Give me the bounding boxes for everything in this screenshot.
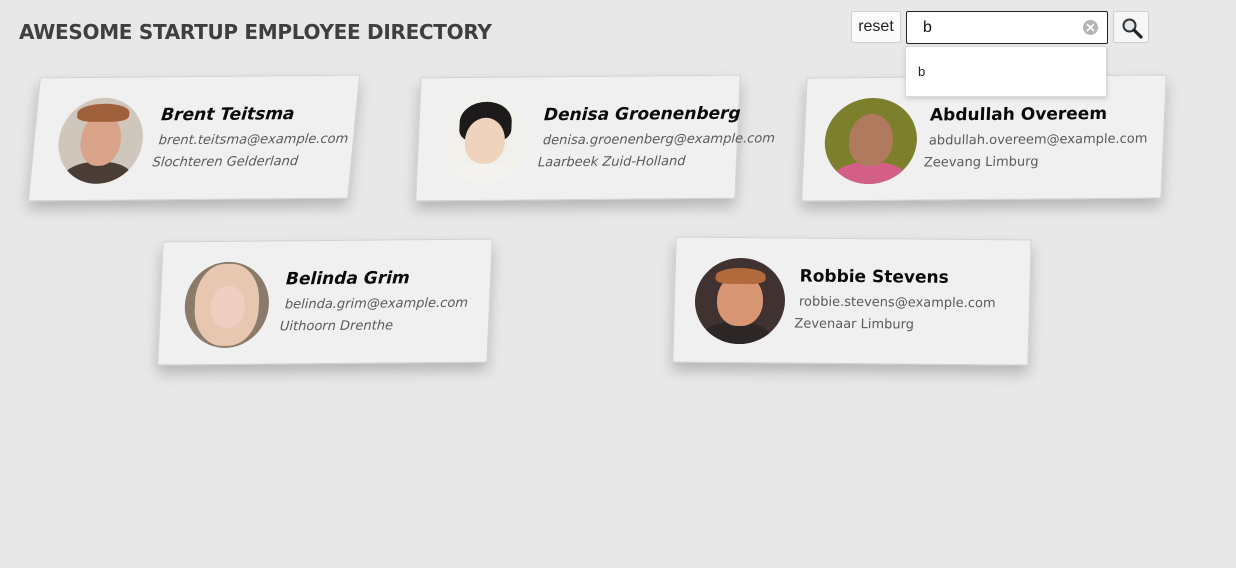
employee-name: Belinda Grim [285, 268, 411, 290]
employee-card[interactable]: Brent Teitsma brent.teitsma@example.com … [27, 74, 361, 202]
employee-location: Laarbeek Zuid-Holland [537, 154, 686, 171]
search-toolbar: reset [851, 11, 1151, 45]
autocomplete-dropdown: b [905, 46, 1107, 97]
employee-name: Robbie Stevens [799, 266, 949, 288]
search-button[interactable] [1113, 11, 1149, 43]
avatar [182, 261, 271, 349]
employee-name: Abdullah Overeem [929, 103, 1108, 126]
avatar [54, 97, 147, 185]
autocomplete-item[interactable]: b [918, 64, 925, 79]
employee-card[interactable]: Robbie Stevens robbie.stevens@example.co… [672, 236, 1032, 366]
employee-location: Uithoorn Drenthe [279, 318, 394, 335]
employee-email: denisa.groenenberg@example.com [542, 131, 776, 149]
search-input[interactable] [923, 18, 1073, 38]
employee-email: robbie.stevens@example.com [798, 294, 996, 312]
employee-email: belinda.grim@example.com [284, 295, 469, 313]
employee-card[interactable]: Belinda Grim belinda.grim@example.com Ui… [157, 238, 493, 366]
employee-name: Brent Teitsma [160, 104, 296, 126]
avatar [693, 257, 787, 345]
employee-location: Zevenaar Limburg [794, 316, 915, 333]
avatar [440, 97, 529, 185]
clear-icon[interactable] [1083, 20, 1098, 35]
employee-location: Slochteren Gelderland [151, 154, 299, 171]
search-box[interactable] [906, 11, 1108, 44]
employee-email: brent.teitsma@example.com [158, 131, 349, 149]
employee-location: Zeevang Limburg [923, 154, 1039, 171]
reset-button[interactable]: reset [851, 11, 901, 43]
employee-name: Denisa Groenenberg [543, 103, 742, 126]
avatar [822, 97, 919, 185]
employee-email: abdullah.overeem@example.com [928, 131, 1148, 149]
page-title: AWESOME STARTUP EMPLOYEE DIRECTORY [19, 20, 492, 44]
employee-card[interactable]: Denisa Groenenberg denisa.groenenberg@ex… [415, 74, 775, 202]
